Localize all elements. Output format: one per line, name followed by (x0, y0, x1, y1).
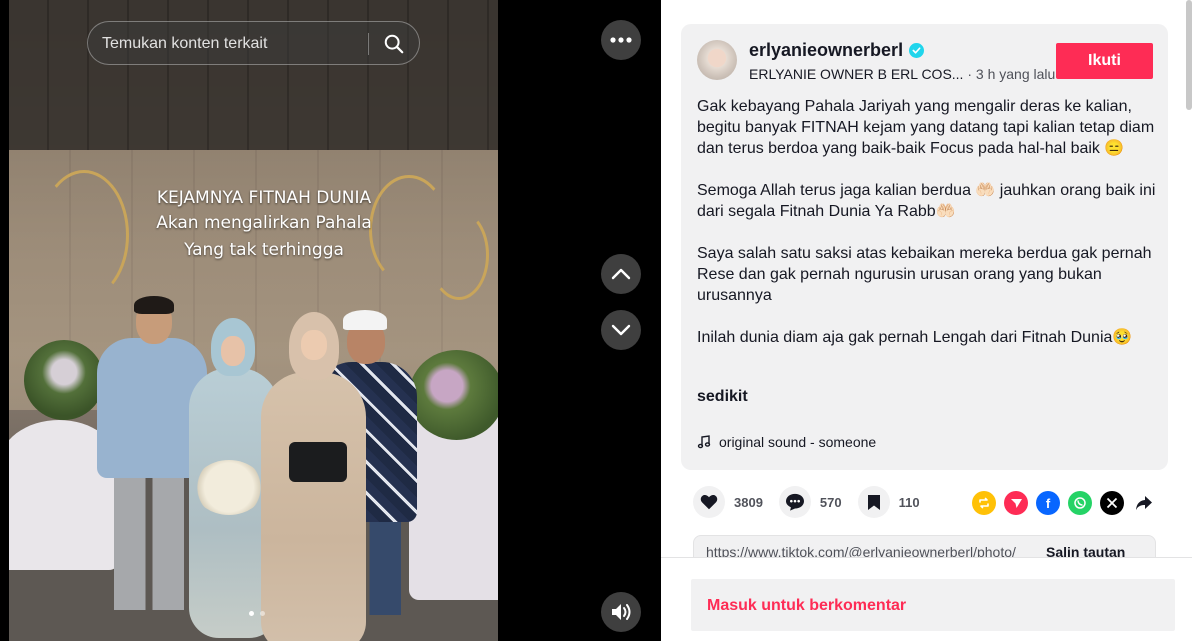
search-input[interactable] (102, 32, 364, 56)
carousel-dot[interactable] (249, 611, 254, 616)
author-subline: ERLYANIE OWNER B ERL COS... · 3 h yang l… (749, 66, 1055, 82)
author-username[interactable]: erlyanieownerberl (749, 40, 903, 61)
post-time: · 3 h yang lalu (967, 66, 1056, 82)
caption-paragraph: Semoga Allah terus jaga kalian berdua 🤲🏻… (697, 182, 1156, 220)
more-icon (610, 37, 632, 43)
overlay-text-line-3: Yang tak terhingga (184, 240, 344, 260)
volume-icon (612, 604, 631, 620)
repost-icon[interactable] (972, 491, 996, 515)
post-caption: Gak kebayang Pahala Jariyah yang mengali… (697, 96, 1159, 369)
volume-button[interactable] (601, 592, 641, 632)
carousel-dot[interactable] (260, 611, 265, 616)
gold-decoration (39, 170, 129, 300)
caption-paragraph: Saya salah satu saksi atas kebaikan mere… (697, 245, 1152, 304)
search-divider (368, 33, 369, 55)
comment-button[interactable] (778, 486, 811, 518)
overlay-text-line-2: Akan mengalirkan Pahala (156, 213, 372, 233)
send-icon[interactable] (1004, 491, 1028, 515)
like-action: 3809 (693, 486, 763, 518)
author-username-row: erlyanieownerberl (749, 40, 925, 61)
bookmark-icon (867, 494, 880, 510)
search-bar (87, 21, 420, 65)
sound-name: original sound - someone (719, 434, 877, 450)
follow-button[interactable]: Ikuti (1056, 43, 1153, 79)
comment-icon (785, 493, 804, 511)
caption-paragraph: Gak kebayang Pahala Jariyah yang mengali… (697, 98, 1155, 157)
more-options-button[interactable] (601, 20, 641, 60)
like-button[interactable] (693, 486, 725, 518)
comment-login-box[interactable]: Masuk untuk berkomentar (691, 579, 1175, 631)
heart-icon (700, 495, 718, 510)
x-twitter-icon[interactable] (1100, 491, 1124, 515)
person-woman-beige (261, 312, 369, 641)
save-action: 110 (857, 486, 920, 518)
handbag (289, 442, 347, 482)
bouquet (194, 460, 264, 515)
comment-action: 570 (778, 486, 842, 518)
action-bar: 3809 570 110 (693, 486, 920, 518)
gold-decoration (429, 210, 489, 300)
facebook-icon[interactable]: f (1036, 491, 1060, 515)
caption-paragraph: Inilah dunia diam aja gak pernah Lengah … (697, 329, 1133, 346)
next-video-button[interactable] (601, 310, 641, 350)
chevron-up-icon (611, 268, 631, 280)
share-buttons: f (972, 491, 1156, 515)
music-note-icon (697, 435, 711, 449)
flower-arrangement (409, 350, 498, 440)
verified-badge-icon (909, 43, 925, 58)
share-arrow-icon[interactable] (1132, 491, 1156, 515)
post-info-card: erlyanieownerberl ERLYANIE OWNER B ERL C… (681, 24, 1168, 470)
like-count: 3809 (734, 494, 763, 510)
author-display-name[interactable]: ERLYANIE OWNER B ERL COS... (749, 66, 963, 82)
search-button[interactable] (374, 26, 414, 62)
details-pane: erlyanieownerberl ERLYANIE OWNER B ERL C… (661, 0, 1192, 641)
overlay-text-line-1: KEJAMNYA FITNAH DUNIA (156, 188, 372, 208)
post-photo[interactable]: KEJAMNYA FITNAH DUNIA Akan mengalirkan P… (9, 0, 498, 641)
scrollbar[interactable] (1186, 0, 1192, 110)
previous-video-button[interactable] (601, 254, 641, 294)
login-to-comment-link[interactable]: Masuk untuk berkomentar (707, 597, 906, 615)
sound-link[interactable]: original sound - someone (697, 434, 876, 450)
save-button[interactable] (857, 486, 890, 518)
search-icon (384, 34, 404, 54)
comment-panel: Masuk untuk berkomentar (661, 557, 1192, 641)
avatar[interactable] (697, 40, 737, 80)
whatsapp-icon[interactable] (1068, 491, 1092, 515)
chevron-down-icon (611, 324, 631, 336)
media-pane: KEJAMNYA FITNAH DUNIA Akan mengalirkan P… (0, 0, 661, 641)
carousel-indicator (249, 611, 265, 616)
comment-count: 570 (819, 494, 842, 510)
show-less-button[interactable]: sedikit (697, 388, 748, 406)
save-count: 110 (898, 494, 920, 510)
